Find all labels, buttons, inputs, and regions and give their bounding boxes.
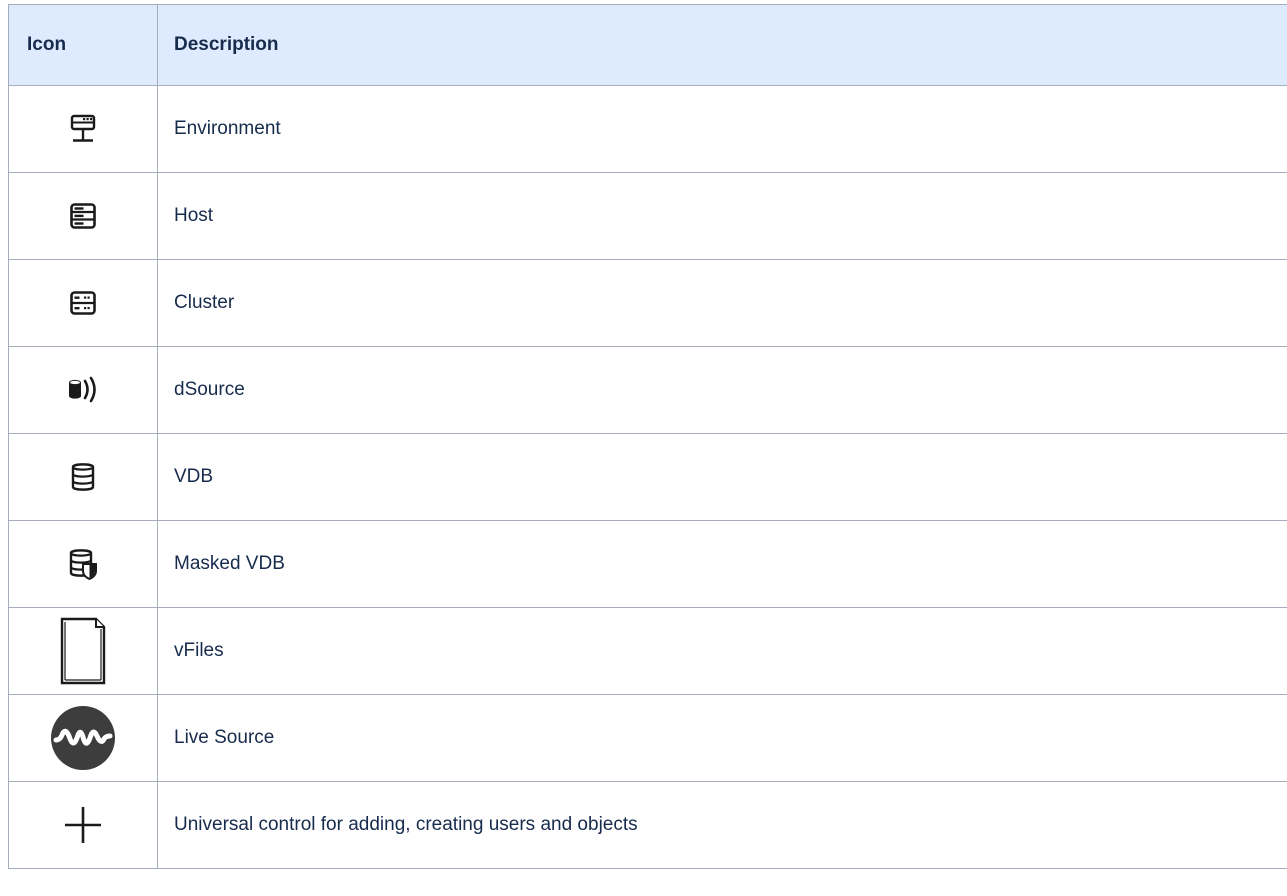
row-description: Live Source <box>174 727 275 748</box>
icon-cell <box>8 520 158 608</box>
description-cell: vFiles <box>157 607 1287 695</box>
dsource-icon <box>67 374 99 406</box>
plus-icon <box>63 805 103 845</box>
column-header-description: Description <box>157 4 1287 86</box>
row-description: Host <box>174 205 214 226</box>
icon-table: Icon Description Environment Host Cluste… <box>8 4 1287 869</box>
description-cell: VDB <box>157 433 1287 521</box>
table-row: dSource <box>8 346 1287 434</box>
description-cell: Universal control for adding, creating u… <box>157 781 1287 869</box>
column-header-description-label: Description <box>174 34 279 55</box>
icon-cell <box>8 259 158 347</box>
table-row: Universal control for adding, creating u… <box>8 781 1287 869</box>
table-row: Environment <box>8 85 1287 173</box>
description-cell: Live Source <box>157 694 1287 782</box>
column-header-icon: Icon <box>8 4 158 86</box>
row-description: dSource <box>174 379 245 400</box>
table-row: vFiles <box>8 607 1287 695</box>
icon-cell <box>8 694 158 782</box>
host-icon <box>69 202 97 230</box>
table-row: Live Source <box>8 694 1287 782</box>
icon-cell <box>8 346 158 434</box>
description-cell: Host <box>157 172 1287 260</box>
table-header: Icon Description <box>8 4 1287 86</box>
live-source-icon <box>50 705 116 771</box>
icon-cell <box>8 172 158 260</box>
table-body: Environment Host Cluster dSource VDB Mas… <box>8 85 1287 869</box>
row-description: Environment <box>174 118 281 139</box>
cluster-icon <box>69 290 97 316</box>
column-header-icon-label: Icon <box>27 34 67 55</box>
row-description: VDB <box>174 466 214 487</box>
vdb-icon <box>70 462 96 492</box>
description-cell: Cluster <box>157 259 1287 347</box>
table-row: Cluster <box>8 259 1287 347</box>
icon-cell <box>8 433 158 521</box>
vfiles-icon <box>60 617 106 685</box>
description-cell: Environment <box>157 85 1287 173</box>
description-cell: Masked VDB <box>157 520 1287 608</box>
table-row: VDB <box>8 433 1287 521</box>
row-description: Universal control for adding, creating u… <box>174 814 638 835</box>
row-description: Masked VDB <box>174 553 285 574</box>
icon-reference: Icon Description Environment Host Cluste… <box>8 4 1287 869</box>
table-header-row: Icon Description <box>8 4 1287 86</box>
icon-cell <box>8 607 158 695</box>
row-description: Cluster <box>174 292 235 313</box>
description-cell: dSource <box>157 346 1287 434</box>
masked-vdb-icon <box>68 548 98 580</box>
table-row: Host <box>8 172 1287 260</box>
environment-icon <box>69 114 97 144</box>
icon-cell <box>8 85 158 173</box>
row-description: vFiles <box>174 640 224 661</box>
icon-cell <box>8 781 158 869</box>
table-row: Masked VDB <box>8 520 1287 608</box>
